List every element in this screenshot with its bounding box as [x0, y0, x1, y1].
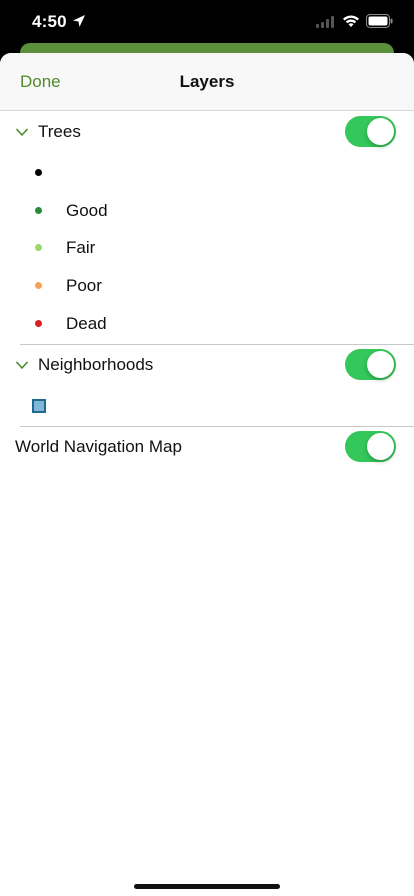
done-button[interactable]: Done — [20, 72, 61, 92]
toggle-knob — [367, 433, 394, 460]
status-time: 4:50 — [32, 12, 67, 31]
layer-label: World Navigation Map — [15, 437, 182, 456]
chevron-down-icon[interactable] — [15, 127, 29, 137]
legend-symbol — [35, 207, 42, 214]
legend-item: Good — [0, 191, 414, 229]
legend-item: Dead — [0, 305, 414, 343]
legend-symbol — [35, 244, 42, 251]
layer-row-world-navigation-map[interactable]: World Navigation Map — [0, 427, 414, 467]
legend-item: Fair — [0, 229, 414, 267]
layer-row-neighborhoods[interactable]: Neighborhoods — [0, 345, 414, 385]
legend-item — [0, 153, 414, 191]
world-navigation-map-visibility-toggle[interactable] — [345, 431, 396, 462]
legend-symbol — [35, 282, 42, 289]
chevron-down-icon[interactable] — [15, 360, 29, 370]
polygon-symbol — [32, 399, 46, 413]
legend-label: Poor — [66, 276, 102, 295]
status-bar: 4:50 — [0, 0, 414, 44]
home-indicator — [134, 884, 280, 889]
layer-row-trees[interactable]: Trees — [0, 111, 414, 153]
legend-label: Fair — [66, 238, 96, 257]
trees-visibility-toggle[interactable] — [345, 116, 396, 147]
legend-symbol — [35, 169, 42, 176]
signal-icon — [316, 16, 334, 28]
layer-label: Trees — [38, 122, 81, 141]
location-arrow-icon — [73, 15, 85, 27]
layer-label: Neighborhoods — [38, 355, 154, 374]
page-title: Layers — [179, 72, 235, 91]
legend-symbol — [35, 320, 42, 327]
legend-item: Poor — [0, 267, 414, 305]
layers-sheet: Layers Done Trees Good Fair Poor Dead Ne… — [0, 53, 414, 896]
toggle-knob — [367, 118, 394, 145]
nav-bar: Layers Done — [0, 53, 414, 111]
wifi-icon — [343, 15, 359, 27]
legend-label: Dead — [66, 314, 107, 333]
battery-icon — [366, 14, 393, 28]
neighborhoods-visibility-toggle[interactable] — [345, 349, 396, 380]
toggle-knob — [367, 351, 394, 378]
legend-label: Good — [66, 201, 108, 220]
